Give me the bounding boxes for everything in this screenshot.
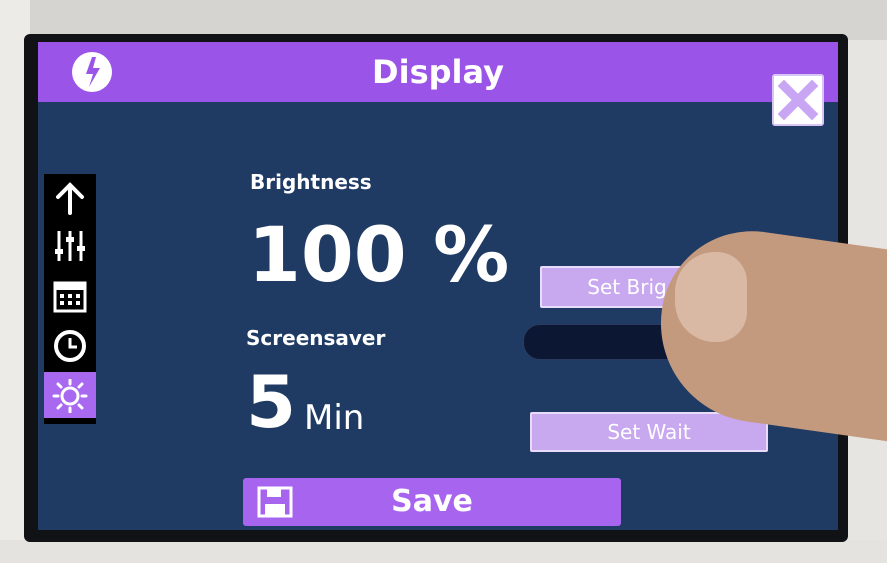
nav-item-back[interactable] [44,174,96,220]
title-bar: Display [38,42,838,102]
brightness-value: 100 % [248,210,510,299]
page-title: Display [372,53,504,91]
screensaver-unit: Min [304,398,365,438]
clock-icon [54,330,86,362]
brightness-label: Brightness [250,170,372,194]
device-bezel-bottom [0,540,887,563]
nav-item-settings[interactable] [44,222,96,268]
calendar-icon [53,281,87,313]
sun-icon [52,379,88,413]
screensaver-label: Screensaver [246,326,386,350]
close-icon [777,79,819,121]
close-button[interactable] [772,74,824,126]
arrow-up-icon [56,182,84,215]
nav-item-clock[interactable] [44,322,96,368]
sidebar-nav [44,174,96,424]
nav-item-display[interactable] [44,372,96,418]
save-label: Save [391,484,473,519]
finger-nail [675,252,747,342]
nav-item-calendar[interactable] [44,272,96,318]
screensaver-value: 5 [246,360,297,444]
sliders-icon [55,231,85,261]
save-button[interactable]: Save [243,478,621,526]
